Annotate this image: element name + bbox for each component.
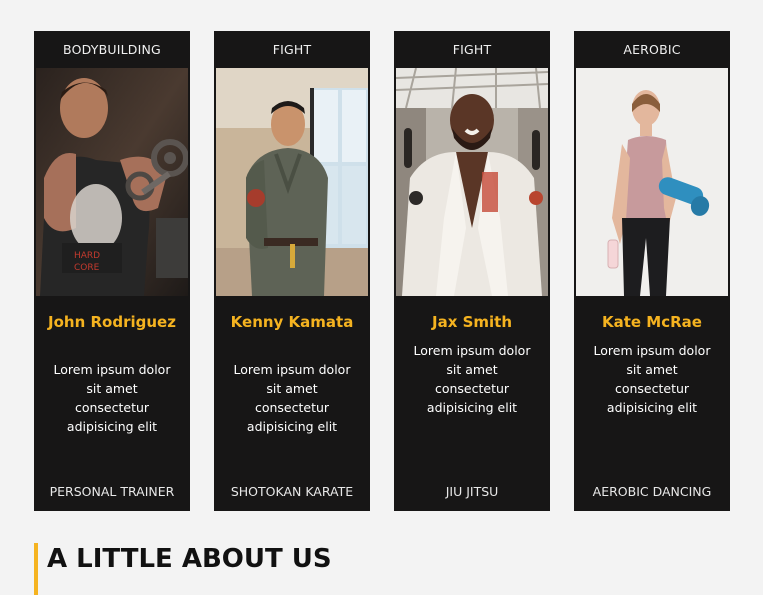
trainer-photo: [576, 68, 728, 296]
trainer-card[interactable]: BODYBUILDING HARD CORE John Rodriguez Lo…: [34, 31, 190, 511]
trainer-card[interactable]: FIGHT Jax Smith Lorem ipsum dolor sit am…: [394, 31, 550, 511]
trainer-card[interactable]: AEROBIC Kate McRae Lorem ipsum dolor sit…: [574, 31, 730, 511]
trainer-photo: [396, 68, 548, 296]
trainer-name[interactable]: Kate McRae: [582, 313, 722, 332]
trainer-description: Lorem ipsum dolor sit amet consectetur a…: [413, 343, 531, 415]
trainer-photo: HARD CORE: [36, 68, 188, 296]
trainer-specialty: JIU JITSU: [445, 484, 499, 499]
trainer-name[interactable]: Jax Smith: [402, 313, 542, 332]
trainer-category: FIGHT: [452, 42, 492, 57]
svg-text:CORE: CORE: [74, 263, 100, 273]
trainer-name[interactable]: John Rodriguez: [42, 313, 182, 332]
trainer-description: Lorem ipsum dolor sit amet consectetur a…: [53, 362, 171, 434]
trainer-cards: BODYBUILDING HARD CORE John Rodriguez Lo…: [34, 31, 731, 511]
svg-text:HARD: HARD: [74, 251, 100, 261]
trainer-category: BODYBUILDING: [63, 42, 161, 57]
trainer-card[interactable]: FIGHT Kenny Kamata Lorem ipsum dolor sit…: [214, 31, 370, 511]
trainer-name[interactable]: Kenny Kamata: [222, 313, 362, 332]
trainer-specialty: AEROBIC DANCING: [592, 484, 712, 499]
trainer-specialty: SHOTOKAN KARATE: [230, 484, 354, 499]
about-section: A LITTLE ABOUT US: [34, 543, 332, 595]
trainer-description: Lorem ipsum dolor sit amet consectetur a…: [593, 343, 711, 415]
trainer-category: AEROBIC: [623, 42, 681, 57]
trainer-photo: [216, 68, 368, 296]
trainer-specialty: PERSONAL TRAINER: [49, 484, 175, 499]
trainer-description: Lorem ipsum dolor sit amet consectetur a…: [233, 362, 351, 434]
trainer-category: FIGHT: [272, 42, 312, 57]
about-heading: A LITTLE ABOUT US: [47, 544, 332, 574]
